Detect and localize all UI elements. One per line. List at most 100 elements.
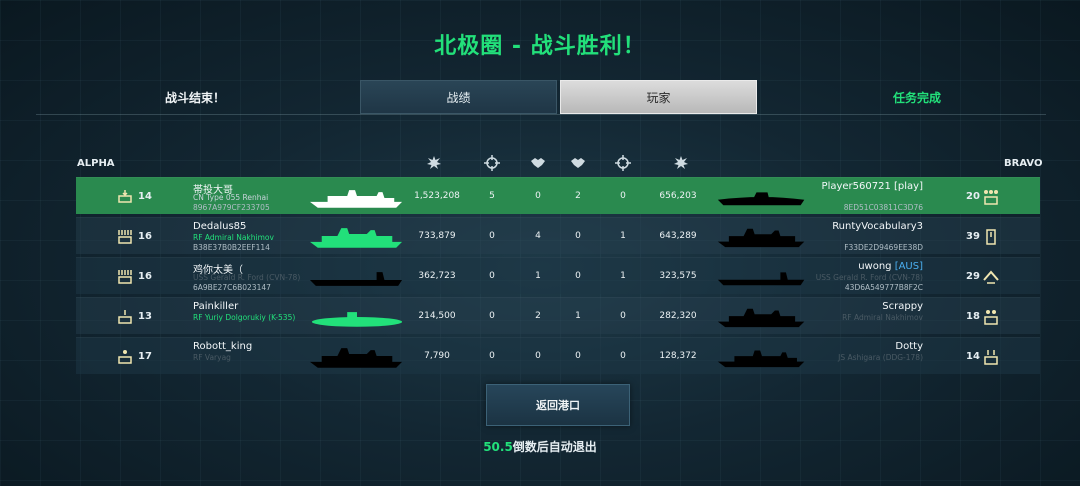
enemy-player-name: uwong [AUS] — [858, 261, 923, 272]
enemy-player-name: Scrappy — [882, 301, 923, 312]
battle-end-label: 战斗结束！ — [165, 91, 226, 105]
return-to-port-button[interactable]: 返回港口 — [486, 384, 630, 426]
submarine-silhouette-icon — [308, 304, 406, 330]
rank-insignia-icon — [116, 268, 134, 286]
stat-damage-enemy: 323,575 — [659, 271, 697, 281]
enemy-level: 20 — [966, 191, 980, 202]
rank-insignia-icon — [982, 348, 1000, 366]
enemy-player-id: 8ED51C03811C3D76 — [843, 203, 923, 212]
player-row[interactable]: 14 帯投大哥 CN Type 055 Renhai 8967A979CF233… — [76, 177, 1040, 214]
stat-assists-enemy: 1 — [575, 311, 581, 321]
top-bar: 战斗结束！ 战绩 玩家 任务完成 — [0, 80, 1080, 114]
handshake-icon — [570, 155, 586, 171]
tab-stats[interactable]: 战绩 — [360, 80, 557, 114]
enemy-player-name: Dotty — [895, 341, 923, 352]
enemy-level: 39 — [966, 231, 980, 242]
countdown-text: 倒数后自动退出 — [512, 440, 597, 454]
mission-complete-label: 任务完成 — [893, 91, 942, 105]
player-name: Dedalus85 — [193, 221, 247, 232]
stat-damage-enemy: 128,372 — [659, 351, 697, 361]
ship-name: CN Type 055 Renhai — [193, 193, 269, 202]
player-level: 14 — [138, 191, 152, 202]
stat-damage-enemy: 643,289 — [659, 231, 697, 241]
stat-kills: 0 — [489, 231, 495, 241]
ship-silhouette-icon — [716, 184, 808, 210]
ship-silhouette-icon — [716, 224, 808, 250]
rank-insignia-icon — [982, 268, 1000, 286]
player-id: B38E37B0B2EEF114 — [193, 243, 270, 252]
stat-assists-enemy: 0 — [575, 271, 581, 281]
team-alpha-label: ALPHA — [77, 158, 115, 169]
rank-insignia-icon — [116, 228, 134, 246]
stat-damage: 362,723 — [418, 271, 456, 281]
enemy-level: 18 — [966, 311, 980, 322]
player-name: Robott_king — [193, 341, 253, 352]
stat-damage: 733,879 — [418, 231, 456, 241]
auto-exit-countdown: 50.5倒数后自动退出 — [0, 438, 1080, 455]
ship-silhouette-icon — [308, 344, 406, 370]
stat-kills: 5 — [489, 191, 495, 201]
stat-assists-enemy: 0 — [575, 351, 581, 361]
player-row[interactable]: 17 Robott_king RF Varyag 7,790 0 0 0 0 1… — [76, 337, 1040, 374]
rank-insignia-icon — [982, 228, 1000, 246]
player-row[interactable]: 13 Painkiller RF Yuriy Dolgorukiy (K-535… — [76, 297, 1040, 334]
stat-kills-enemy: 0 — [620, 191, 626, 201]
player-level: 16 — [138, 231, 152, 242]
explosion-icon — [426, 155, 442, 171]
stat-kills: 0 — [489, 311, 495, 321]
countdown-seconds: 50.5 — [483, 440, 513, 454]
stat-damage: 7,790 — [424, 351, 450, 361]
ship-name: RF Yuriy Dolgorukiy (K-535) — [193, 313, 296, 322]
enemy-ship-name: RF Admiral Nakhimov — [842, 313, 923, 322]
stat-assists-enemy: 0 — [575, 231, 581, 241]
rank-insignia-icon — [982, 188, 1000, 206]
stat-assists: 1 — [535, 271, 541, 281]
enemy-player-name: Player560721 [play] — [821, 181, 923, 192]
player-name: Painkiller — [193, 301, 239, 312]
ship-silhouette-icon — [308, 224, 406, 250]
stat-damage: 214,500 — [418, 311, 456, 321]
player-id: 8967A979CF233705 — [193, 203, 270, 212]
stat-kills-enemy: 0 — [620, 311, 626, 321]
stat-kills-enemy: 1 — [620, 271, 626, 281]
rank-insignia-icon — [116, 348, 134, 366]
divider — [36, 114, 1046, 115]
player-id: 6A9BE27C6B023147 — [193, 283, 271, 292]
player-row[interactable]: 16 Dedalus85 RF Admiral Nakhimov B38E37B… — [76, 217, 1040, 254]
stat-kills: 0 — [489, 271, 495, 281]
stat-kills: 0 — [489, 351, 495, 361]
crosshair-icon — [484, 155, 500, 171]
enemy-level: 29 — [966, 271, 980, 282]
enemy-player-id: F33DE2D9469EE38D — [844, 243, 923, 252]
ship-name: RF Varyag — [193, 353, 231, 362]
handshake-icon — [530, 155, 546, 171]
enemy-ship-name: JS Ashigara (DDG-178) — [838, 353, 923, 362]
crosshair-icon — [615, 155, 631, 171]
stat-assists: 0 — [535, 351, 541, 361]
rank-insignia-icon — [116, 188, 134, 206]
team-bravo-label: BRAVO — [1004, 158, 1043, 169]
ship-silhouette-icon — [716, 304, 808, 330]
enemy-level: 14 — [966, 351, 980, 362]
ship-name: USS Gerald R. Ford (CVN-78) — [193, 273, 301, 282]
stat-assists: 4 — [535, 231, 541, 241]
page-title: 北极圈 - 战斗胜利！ — [434, 34, 646, 59]
player-level: 16 — [138, 271, 152, 282]
stat-assists: 2 — [535, 311, 541, 321]
player-row[interactable]: 16 鸡你太美（ USS Gerald R. Ford (CVN-78) 6A9… — [76, 257, 1040, 294]
stat-assists: 0 — [535, 191, 541, 201]
explosion-icon — [673, 155, 689, 171]
rank-insignia-icon — [116, 308, 134, 326]
stat-assists-enemy: 2 — [575, 191, 581, 201]
tab-players[interactable]: 玩家 — [560, 80, 757, 114]
player-level: 13 — [138, 311, 152, 322]
ship-silhouette-icon — [716, 344, 808, 370]
ship-silhouette-icon — [308, 184, 406, 210]
ship-silhouette-icon — [716, 264, 808, 290]
stat-damage: 1,523,208 — [414, 191, 460, 201]
rank-insignia-icon — [982, 308, 1000, 326]
stat-damage-enemy: 282,320 — [659, 311, 697, 321]
player-level: 17 — [138, 351, 152, 362]
stat-damage-enemy: 656,203 — [659, 191, 697, 201]
enemy-player-id: 43D6A549777B8F2C — [844, 283, 923, 292]
